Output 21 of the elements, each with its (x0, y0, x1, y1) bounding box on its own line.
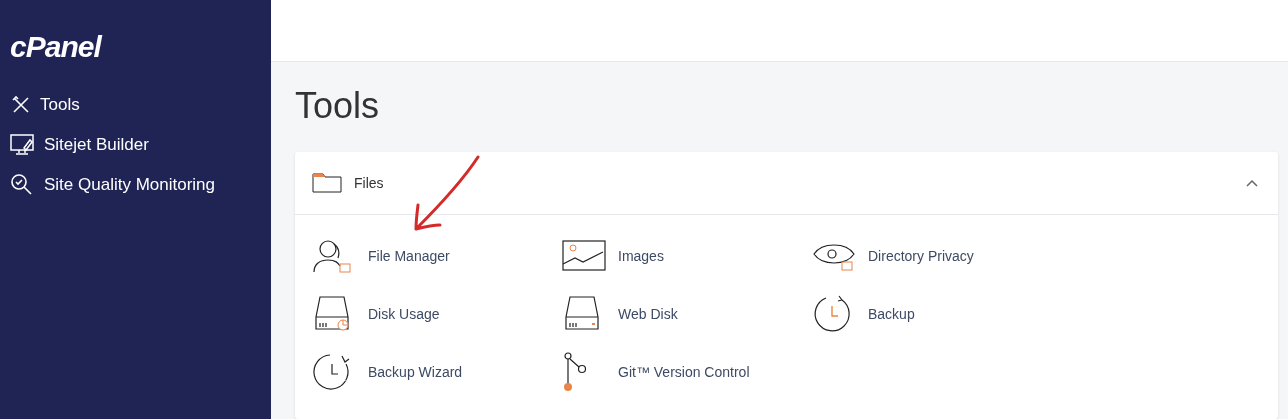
user-folder-icon (312, 238, 352, 274)
tool-link[interactable]: Backup Wizard (312, 343, 463, 401)
tool-link[interactable]: Images (562, 227, 664, 285)
tool-link[interactable]: File Manager (312, 227, 450, 285)
monitor-icon (10, 133, 36, 157)
tool-link[interactable]: Git™ Version Control (562, 343, 750, 401)
disk-icon (562, 295, 602, 333)
tool-link[interactable]: Directory Privacy (812, 227, 974, 285)
image-icon (562, 240, 606, 272)
folder-icon (312, 173, 342, 193)
sidebar-item[interactable]: Site Quality Monitoring (0, 172, 216, 198)
sidebar-item[interactable]: Tools (0, 92, 80, 118)
section-header[interactable]: Files (295, 152, 1278, 215)
tool-link[interactable]: Web Disk (562, 285, 678, 343)
cpanel-logo: cPanel (10, 32, 101, 62)
page-title: Tools (295, 84, 380, 128)
disk-icon (312, 295, 352, 333)
section-title: Files (354, 173, 384, 193)
tool-link[interactable]: Backup (812, 285, 915, 343)
tool-link[interactable]: Disk Usage (312, 285, 440, 343)
sidebar-item[interactable]: Sitejet Builder (0, 132, 149, 158)
